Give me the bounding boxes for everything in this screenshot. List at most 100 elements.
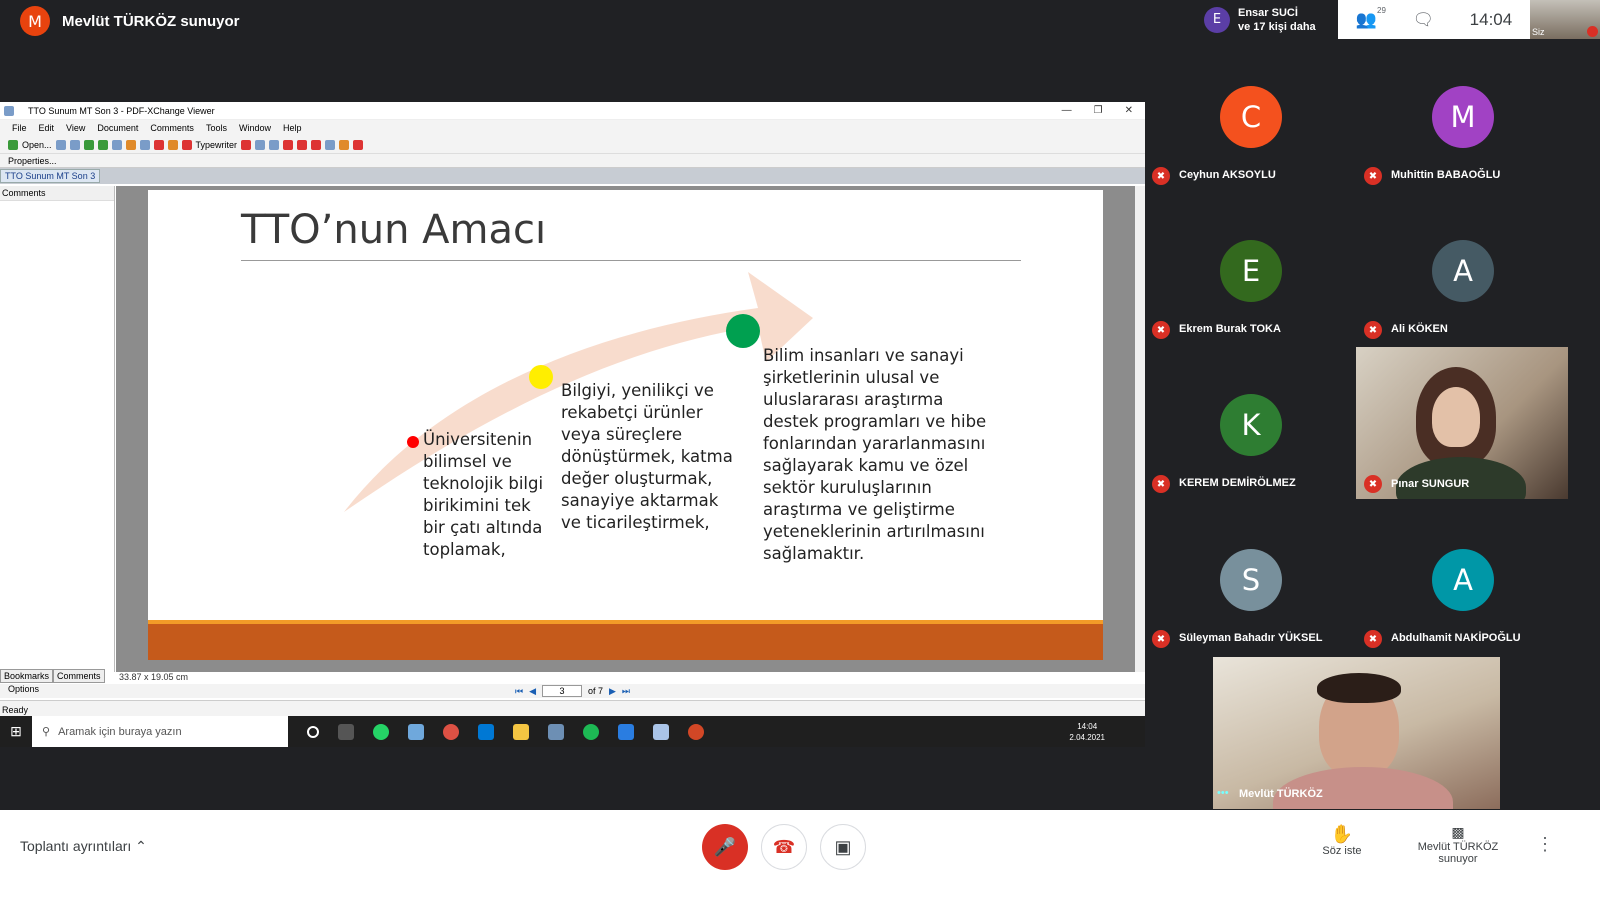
participant-tile[interactable]: C ✖ Ceyhun AKSOYLU [1144,39,1356,193]
more-participants[interactable]: E Ensar SUCİ ve 17 kişi daha [1200,0,1338,39]
menu-edit[interactable]: Edit [39,123,55,133]
more-participant-count: ve 17 kişi daha [1238,20,1316,33]
mic-off-icon: ✖ [1364,630,1382,648]
title-divider [241,260,1021,261]
speaking-icon: ••• [1217,787,1229,799]
cortana-icon[interactable] [307,725,319,738]
options-button[interactable]: Options [8,684,39,694]
menu-window[interactable]: Window [239,123,271,133]
page-total: of 7 [587,686,603,696]
participant-tile[interactable]: E ✖ Ekrem Burak TOKA [1144,193,1356,347]
presenter-avatar: M [20,6,50,36]
eraser-icon[interactable] [353,139,364,150]
browser-icon[interactable] [583,723,599,740]
powerpoint-icon[interactable] [688,723,704,740]
highlight-icon[interactable] [167,139,178,150]
open-button[interactable]: Open... [22,140,52,150]
slide-title: TTO’nun Amacı [241,207,547,253]
select-icon[interactable] [125,139,136,150]
self-video[interactable]: Siz [1530,0,1600,39]
presenter-video[interactable]: ••• Mevlüt TÜRKÖZ [1213,657,1500,809]
toolbar: Open... Typewriter [0,136,1145,154]
menu-file[interactable]: File [12,123,27,133]
chevron-up-icon: ⌃ [135,838,147,854]
meeting-details-button[interactable]: Toplantı ayrıntıları ⌃ [20,838,147,855]
tab-comments[interactable]: Comments [53,669,105,683]
zoom-icon[interactable] [153,139,164,150]
participant-name: Abdulhamit NAKİPOĞLU [1391,632,1521,644]
snapshot-icon[interactable] [139,139,150,150]
prev-page-icon[interactable]: ◀ [529,686,536,697]
typewriter-button[interactable]: Typewriter [196,140,238,150]
avatar: K [1220,394,1282,456]
mic-toggle-button[interactable]: 🎤 [702,824,748,870]
presenting-button[interactable]: ▩ Mevlüt TÜRKÖZ sunuyor [1415,824,1501,865]
minimize-icon[interactable]: — [1062,105,1072,116]
last-page-icon[interactable]: ⏭ [622,686,630,697]
slide-page: TTO’nun Amacı Üniversitenin bilimsel ve … [148,190,1103,660]
whatsapp-icon[interactable] [373,723,389,740]
menu-view[interactable]: View [66,123,85,133]
stamp-icon[interactable] [325,139,336,150]
bullet-red [407,436,419,448]
camera-toggle-button[interactable]: ▣ [820,824,866,870]
participant-tile[interactable]: K ✖ KEREM DEMİRÖLMEZ [1144,347,1356,501]
document-tab[interactable]: TTO Sunum MT Son 3 [0,169,101,183]
raise-hand-button[interactable]: ✋ Söz iste [1312,824,1372,857]
file-explorer-icon[interactable] [513,723,529,740]
mic-off-icon: ✖ [1364,167,1382,185]
onedrive-icon[interactable] [618,723,634,740]
properties-button[interactable]: Properties... [8,156,57,166]
status-bar: Ready [0,700,1145,716]
save-icon[interactable] [55,139,66,150]
task-view-icon[interactable] [338,723,354,740]
mic-off-icon: ✖ [1152,475,1170,493]
participant-tile[interactable]: M ✖ Muhittin BABAOĞLU [1356,39,1568,193]
hang-up-button[interactable]: ☎ [761,824,807,870]
pdf-viewer-icon[interactable] [653,723,669,740]
text-icon[interactable] [255,139,266,150]
menu-document[interactable]: Document [97,123,138,133]
page-number-input[interactable]: 3 [541,685,582,697]
ellipse-icon[interactable] [297,139,308,150]
pencil-icon[interactable] [339,139,350,150]
people-icon[interactable]: 👥 29 [1356,6,1386,30]
participant-tile[interactable]: A ✖ Ali KÖKEN [1356,193,1568,347]
tab-bookmarks[interactable]: Bookmarks [0,669,54,683]
participant-video[interactable]: ✖ Pınar SUNGUR [1356,347,1568,499]
avatar: E [1204,6,1230,33]
rectangle-icon[interactable] [283,139,294,150]
menu-tools[interactable]: Tools [206,123,227,133]
chrome-icon[interactable] [443,723,459,740]
participant-tile[interactable]: S ✖ Süleyman Bahadır YÜKSEL [1144,502,1356,656]
calculator-icon[interactable] [548,723,564,740]
restore-icon[interactable]: ❐ [1094,105,1103,116]
meeting-details-label: Toplantı ayrıntıları [20,838,132,854]
line-icon[interactable] [269,139,280,150]
back-icon[interactable] [83,139,94,150]
print-icon[interactable] [69,139,80,150]
first-page-icon[interactable]: ⏮ [515,686,523,697]
clock: 14:04 [1469,9,1513,29]
mic-off-icon: ✖ [1152,321,1170,339]
undo-icon[interactable] [111,139,122,150]
note-icon[interactable] [241,139,252,150]
participant-tile[interactable]: A ✖ Abdulhamit NAKİPOĞLU [1356,502,1568,656]
more-options-icon[interactable]: ⋮ [1536,834,1554,855]
side-tabs: Bookmarks Comments [0,669,105,683]
chat-icon[interactable]: 🗨 [1413,10,1435,30]
close-icon[interactable]: ✕ [1125,105,1133,116]
app-icon[interactable] [408,723,424,740]
slide-footer-band [148,620,1103,660]
polygon-icon[interactable] [311,139,322,150]
raise-hand-label: Söz iste [1322,845,1362,857]
participant-name: Ali KÖKEN [1391,323,1448,335]
mail-icon[interactable] [478,723,494,740]
menu-comments[interactable]: Comments [150,123,194,133]
windows-start-icon[interactable]: ⊞ [0,723,32,740]
taskbar-search-placeholder: Aramak için buraya yazın [58,725,182,738]
forward-icon[interactable] [97,139,108,150]
taskbar-search[interactable]: ⚲ Aramak için buraya yazın [32,716,288,747]
menu-help[interactable]: Help [283,123,302,133]
next-page-icon[interactable]: ▶ [609,686,616,697]
